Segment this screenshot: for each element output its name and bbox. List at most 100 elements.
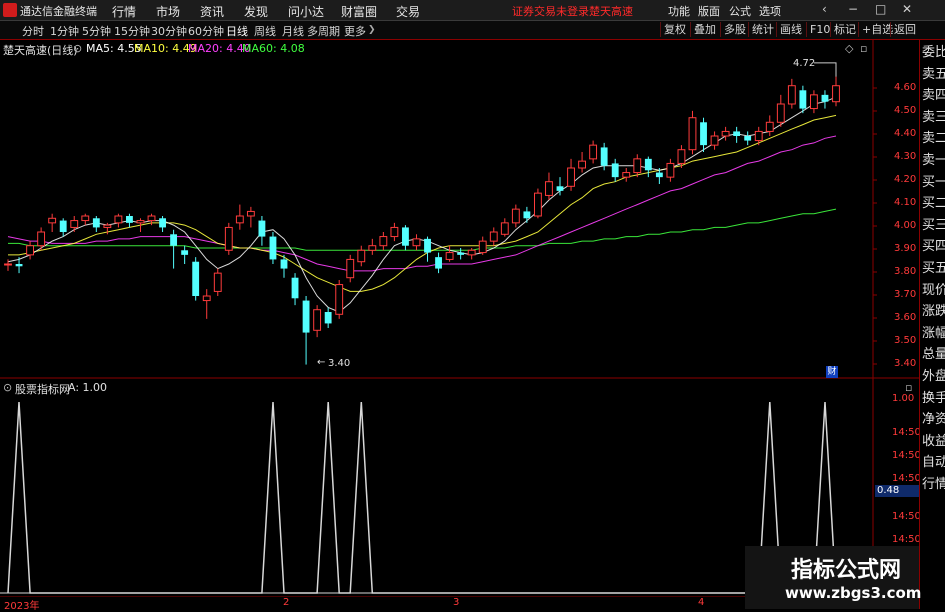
candle-body — [412, 238, 421, 247]
period-1min[interactable]: 1分钟 — [50, 23, 79, 39]
axes — [873, 87, 877, 365]
date-label: 2023年 — [4, 601, 40, 612]
side-item[interactable]: 收益 — [922, 433, 945, 450]
candle-body — [700, 122, 707, 146]
ma60-line — [8, 208, 837, 251]
candle-body — [147, 215, 156, 222]
side-item[interactable]: 现价 — [922, 282, 945, 299]
menu-gongshi[interactable]: 公式 — [729, 3, 751, 19]
period-daily[interactable]: 日线 — [226, 23, 248, 39]
price-axis-label: 4.60 — [894, 82, 917, 93]
candle-body — [611, 163, 619, 178]
candle-body — [832, 85, 840, 103]
side-item[interactable]: 委比 — [922, 44, 945, 61]
candle-body — [15, 264, 23, 267]
candle-body — [721, 130, 730, 137]
side-item[interactable]: 行情 — [922, 476, 945, 493]
side-item[interactable]: 买四 — [922, 238, 945, 255]
side-item[interactable]: 买一 — [922, 174, 945, 191]
watermark-title: 指标公式网 — [791, 558, 902, 583]
side-item[interactable]: 总量 — [922, 346, 945, 363]
ind-axis-label: 14:50 — [892, 534, 921, 545]
candle-body — [666, 162, 675, 178]
side-item[interactable]: 涨跌 — [922, 303, 945, 320]
candle-body — [335, 284, 344, 315]
period-15min[interactable]: 15分钟 — [114, 23, 150, 39]
candle-body — [776, 103, 785, 123]
menu-banmian[interactable]: 版面 — [698, 3, 720, 19]
side-item[interactable]: 卖三 — [922, 109, 945, 126]
biaoji-button[interactable]: 标记 — [830, 22, 859, 37]
watermark: 指标公式网 www.zbgs3.com — [745, 546, 921, 609]
price-axis-label: 4.50 — [894, 105, 917, 116]
tongji-button[interactable]: 统计 — [748, 22, 777, 37]
period-5min[interactable]: 5分钟 — [82, 23, 111, 39]
side-item[interactable]: 买二 — [922, 195, 945, 212]
candle-body — [688, 117, 697, 151]
finance-badge[interactable]: 财 — [826, 366, 838, 378]
side-item[interactable]: 卖五 — [922, 66, 945, 83]
side-item[interactable]: 涨幅 — [922, 325, 945, 342]
period-more[interactable]: 更多 — [344, 23, 366, 39]
side-item[interactable]: 外盘 — [922, 368, 945, 385]
maximize-icon[interactable]: □ — [875, 2, 886, 16]
ind-axis-label: 14:50 — [892, 511, 921, 522]
side-item[interactable]: 卖四 — [922, 87, 945, 104]
candle-body — [402, 227, 409, 246]
close-icon[interactable]: ✕ — [902, 2, 912, 16]
candle-body — [48, 217, 57, 224]
period-60min[interactable]: 60分钟 — [188, 23, 224, 39]
menu-wenxiaoda[interactable]: 问小达 — [288, 3, 324, 20]
menu-caifuquan[interactable]: 财富圈 — [341, 3, 377, 20]
candle-body — [390, 226, 399, 238]
side-item[interactable]: 换手 — [922, 390, 945, 407]
candle-body — [192, 261, 200, 296]
candle-body — [523, 211, 531, 219]
fuquan-button[interactable]: 复权 — [660, 22, 689, 37]
menu-faxian[interactable]: 发现 — [244, 3, 268, 20]
huaxian-button[interactable]: 画线 — [776, 22, 805, 37]
trade-login-notice[interactable]: 证券交易未登录 — [512, 3, 589, 19]
date-label: 2 — [283, 597, 290, 608]
price-axis-label: 3.40 — [894, 358, 917, 369]
candle-body — [644, 158, 652, 171]
candle-body — [765, 121, 774, 132]
indicator-value: A: 1.00 — [68, 381, 108, 394]
menu-zixun[interactable]: 资讯 — [200, 3, 224, 20]
low-arrow-icon: ← — [317, 357, 326, 368]
side-item[interactable]: 卖一 — [922, 152, 945, 169]
back-icon[interactable]: ‹ — [822, 2, 827, 16]
period-monthly[interactable]: 月线 — [282, 23, 304, 39]
menu-gongneng[interactable]: 功能 — [668, 3, 690, 19]
candle-body — [70, 220, 79, 228]
menu-xuanxiang[interactable]: 选项 — [759, 3, 781, 19]
candle-body — [633, 158, 642, 174]
price-axis-label: 3.80 — [894, 266, 917, 277]
indicator-settings-icon[interactable]: ⊙ — [3, 381, 12, 394]
period-multi[interactable]: 多周期 — [307, 23, 340, 39]
side-item[interactable]: 买五 — [922, 260, 945, 277]
period-toolbar: 分时 1分钟 5分钟 15分钟 30分钟 60分钟 日线 周线 月线 多周期 更… — [0, 21, 945, 40]
back-button[interactable]: 返回 — [890, 22, 919, 37]
menu-shichang[interactable]: 市场 — [156, 3, 180, 20]
ind-axis-label: 14:50 — [892, 427, 921, 438]
period-30min[interactable]: 30分钟 — [151, 23, 187, 39]
minimize-icon[interactable]: − — [848, 2, 858, 16]
kline-chart[interactable] — [0, 40, 919, 609]
side-item[interactable]: 卖二 — [922, 130, 945, 147]
menu-hangqing[interactable]: 行情 — [112, 3, 136, 20]
more-arrow-icon[interactable]: ❯ — [368, 25, 376, 35]
side-item[interactable]: 净资 — [922, 411, 945, 428]
candle-body — [445, 252, 454, 260]
diejia-button[interactable]: 叠加 — [690, 22, 719, 37]
price-axis-label: 4.10 — [894, 197, 917, 208]
candle-body — [280, 259, 288, 269]
period-weekly[interactable]: 周线 — [254, 23, 276, 39]
period-fenshi[interactable]: 分时 — [22, 23, 44, 39]
duogu-button[interactable]: 多股 — [720, 22, 749, 37]
side-item[interactable]: 买三 — [922, 217, 945, 234]
side-item[interactable]: 自动 — [922, 454, 945, 471]
menu-jiaoyi[interactable]: 交易 — [396, 3, 420, 20]
candle-body — [4, 263, 12, 266]
high-marker — [814, 62, 837, 77]
